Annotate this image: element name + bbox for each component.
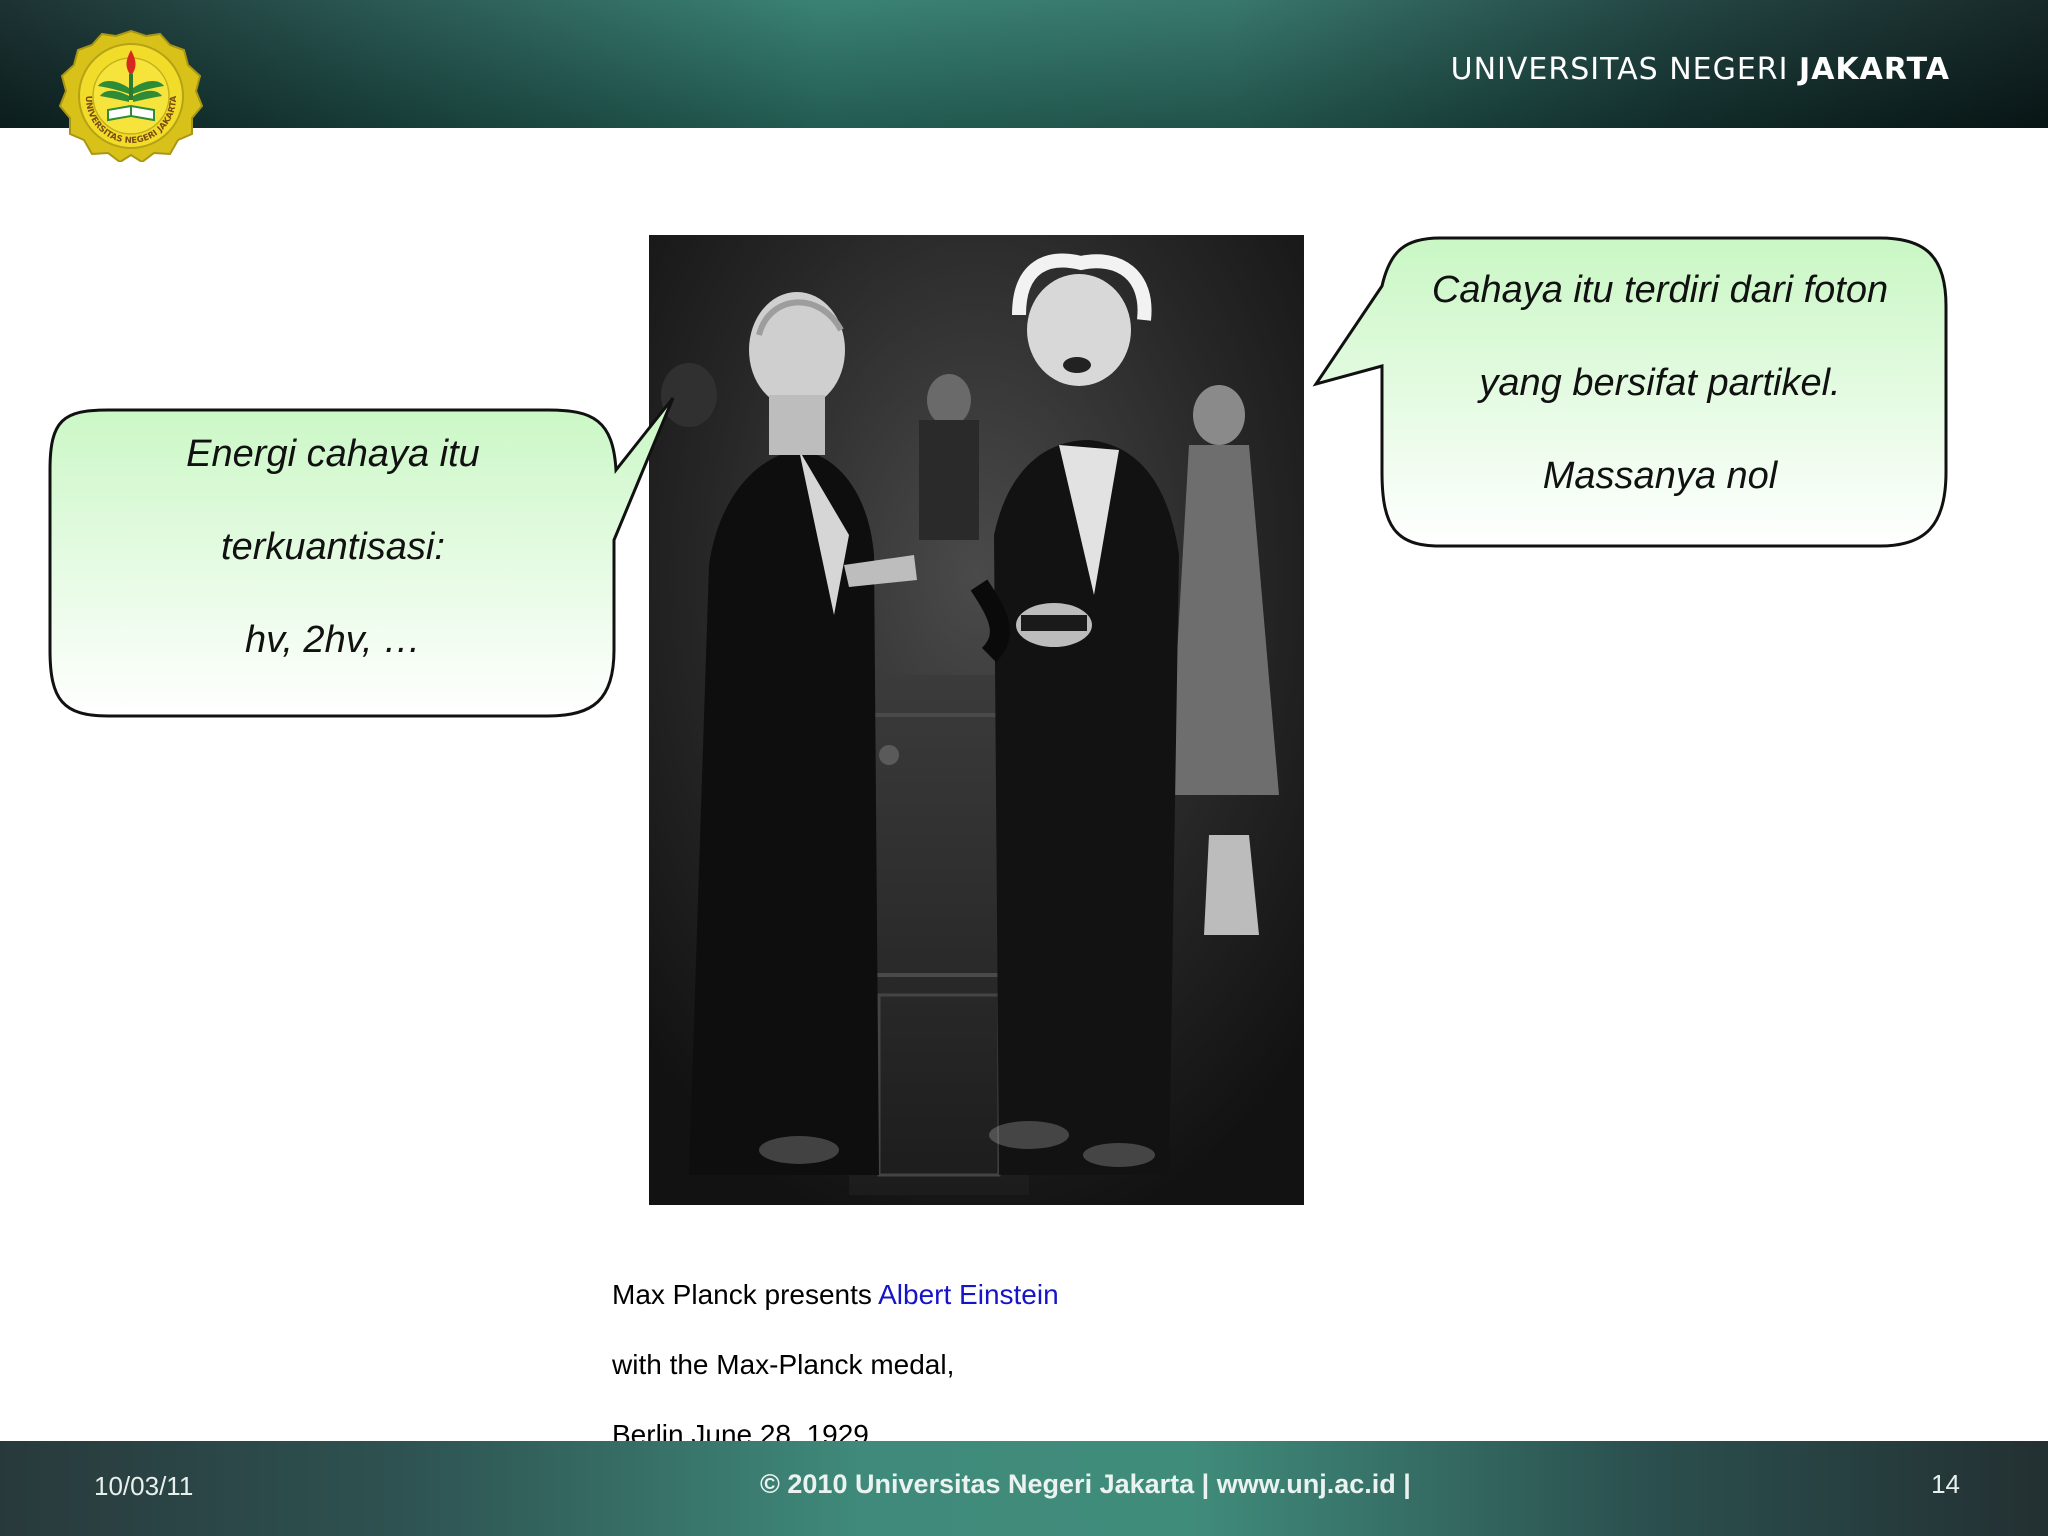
photo-caption: Max Planck presents Albert Einstein with… <box>612 1260 1059 1470</box>
caption-line-1: Max Planck presents Albert Einstein <box>612 1260 1059 1330</box>
university-name-regular: UNIVERSITAS NEGERI <box>1450 52 1789 87</box>
callout-left-line-3: hv, 2hv, … <box>245 619 421 661</box>
callout-right-line-3: Massanya nol <box>1542 455 1778 497</box>
university-name: UNIVERSITAS NEGERI JAKARTA <box>1451 52 1950 87</box>
planck-einstein-photo <box>649 235 1304 1205</box>
callout-energy-quantized: Energi cahaya itu terkuantisasi: hv, 2hv… <box>48 380 698 720</box>
callout-right-line-1: Cahaya itu terdiri dari foton <box>1431 269 1889 311</box>
callout-left-line-1: Energi cahaya itu <box>186 433 480 475</box>
page-number: 14 <box>1931 1469 1960 1499</box>
callout-left-line-2: terkuantisasi: <box>221 526 445 568</box>
callout-left-text: Energi cahaya itu terkuantisasi: hv, 2hv… <box>48 408 618 687</box>
callout-right-text: Cahaya itu terdiri dari foton yang bersi… <box>1380 244 1940 523</box>
caption-line-1-prefix: Max Planck presents <box>612 1279 872 1310</box>
university-seal-icon: UNIVERSITAS NEGERI JAKARTA <box>56 28 206 164</box>
slide: UNIVERSITAS NEGERI JAKARTA UNIVERSITAS N… <box>0 0 2048 1536</box>
callout-right-line-2: yang bersifat partikel. <box>1479 362 1841 404</box>
university-name-bold: JAKARTA <box>1799 52 1950 87</box>
footer-bar: 10/03/11 © 2010 Universitas Negeri Jakar… <box>0 1441 2048 1536</box>
caption-line-2: with the Max-Planck medal, <box>612 1349 955 1380</box>
albert-einstein-link[interactable]: Albert Einstein <box>878 1279 1059 1310</box>
footer-copyright: © 2010 Universitas Negeri Jakarta | www.… <box>760 1469 1411 1499</box>
callout-light-photons: Cahaya itu terdiri dari foton yang bersi… <box>1310 236 1950 552</box>
footer-date: 10/03/11 <box>94 1471 194 1501</box>
